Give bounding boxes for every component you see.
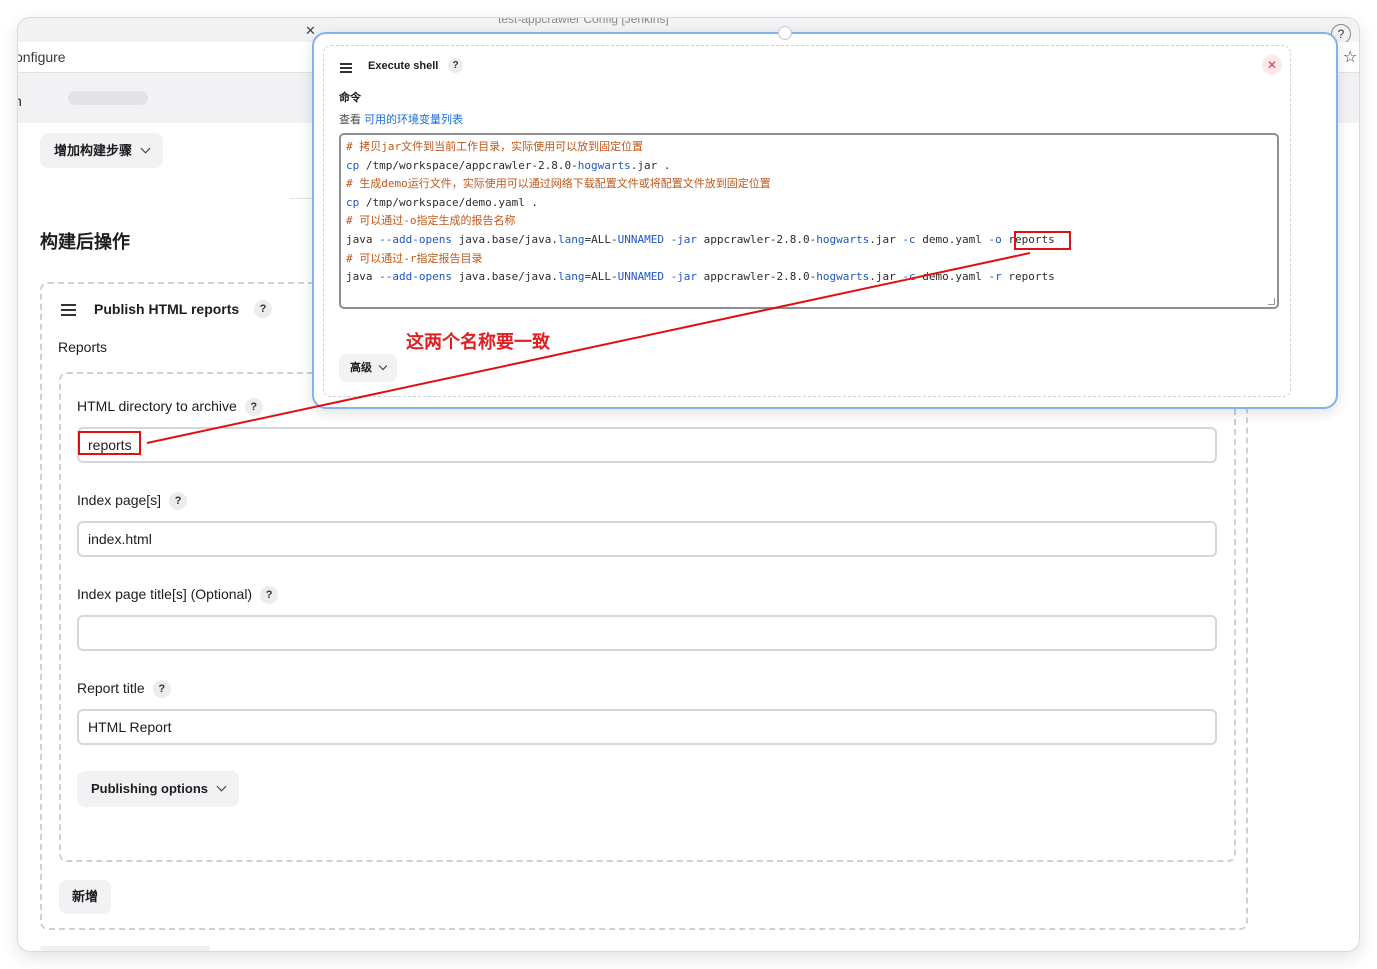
connector-line bbox=[146, 252, 1031, 444]
annotation-overlay bbox=[146, 252, 1031, 444]
